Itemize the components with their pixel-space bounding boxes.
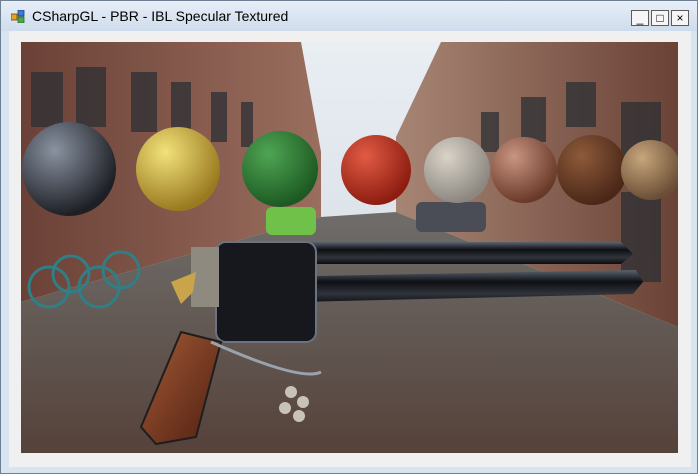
sphere-rusted-metal (491, 137, 557, 203)
app-window: CSharpGL - PBR - IBL Specular Textured _… (0, 0, 698, 474)
minimize-icon: _ (636, 11, 644, 25)
green-car (266, 207, 316, 235)
sphere-green-grass (242, 131, 318, 207)
close-button[interactable]: × (671, 10, 689, 26)
scene-canvas (21, 42, 678, 453)
maximize-icon: □ (656, 11, 664, 25)
app-icon (11, 10, 25, 23)
close-icon: × (676, 11, 684, 25)
revolver-cylinder (215, 241, 317, 343)
sphere-wood (557, 135, 627, 205)
client-area (9, 31, 691, 467)
minimize-button[interactable]: _ (631, 10, 649, 26)
dark-car (416, 202, 486, 232)
window-title: CSharpGL - PBR - IBL Specular Textured (32, 8, 289, 24)
title-bar[interactable]: CSharpGL - PBR - IBL Specular Textured _… (1, 1, 697, 31)
maximize-button[interactable]: □ (651, 10, 669, 26)
sphere-black-metal (22, 122, 116, 216)
sphere-gold (136, 127, 220, 211)
sphere-red-plastic (341, 135, 411, 205)
sphere-rock (424, 137, 490, 203)
render-viewport[interactable] (21, 42, 678, 453)
